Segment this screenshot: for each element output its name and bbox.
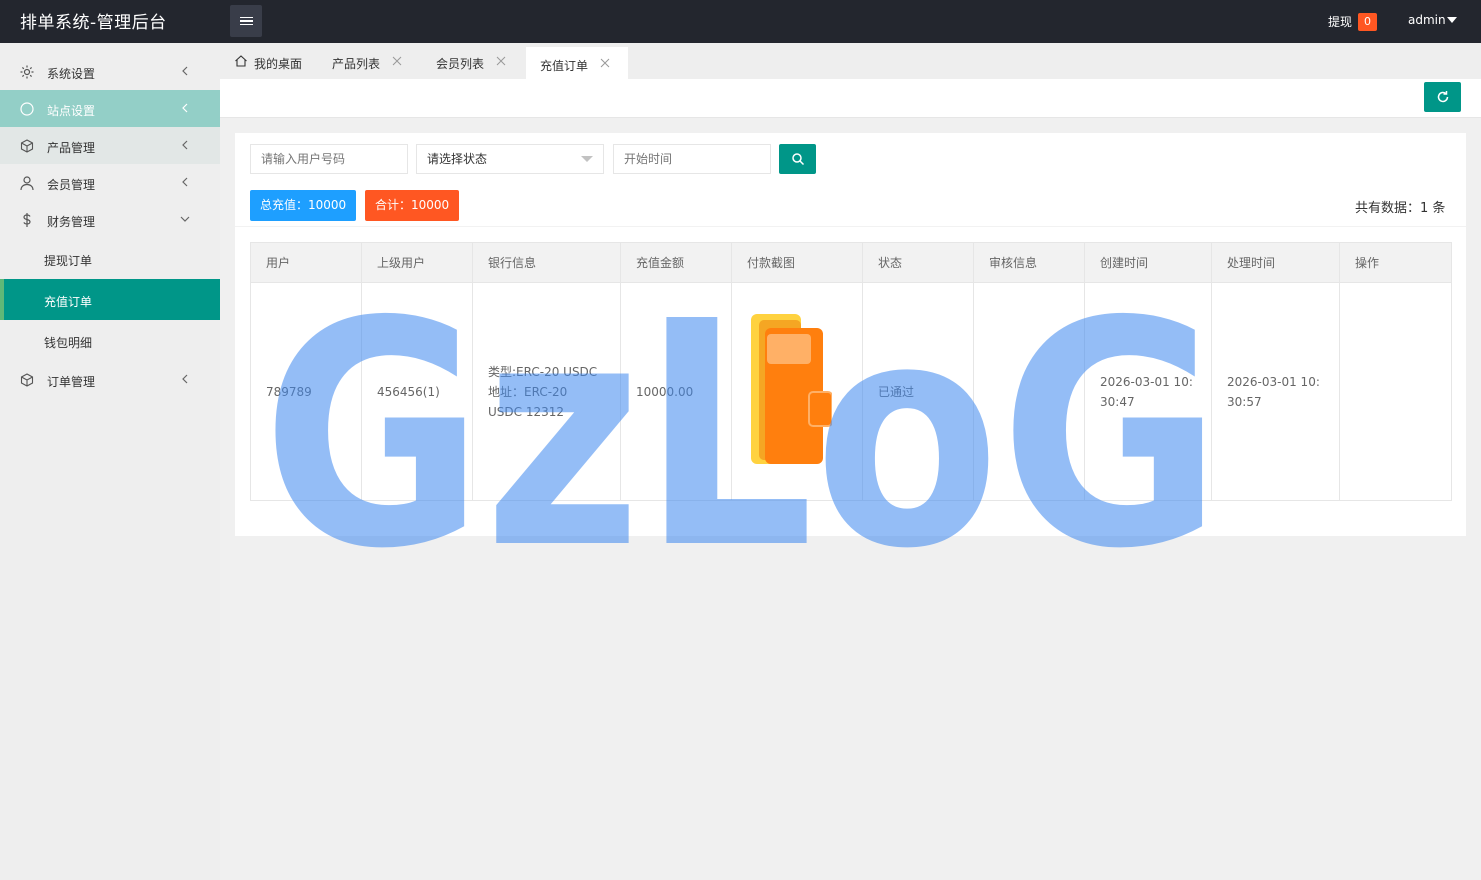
refresh-icon (1437, 91, 1448, 103)
column-header[interactable]: 银行信息 (472, 242, 621, 283)
tab-label: 充值订单 (540, 59, 589, 73)
sidebar-item-system[interactable]: 系统设置 (0, 53, 220, 90)
payment-screenshot-image[interactable] (747, 313, 833, 464)
user-icon (20, 176, 34, 191)
cell-parent-user: 456456(1) (361, 282, 473, 501)
column-header[interactable]: 状态 (862, 242, 974, 283)
withdraw-link[interactable]: 提现 (1328, 13, 1352, 30)
chevron-left-icon (182, 103, 188, 113)
caret-down-icon[interactable] (1447, 17, 1457, 23)
gear-icon (20, 65, 34, 79)
tab-member-list[interactable]: 会员列表 (424, 45, 528, 79)
dollar-icon (23, 213, 31, 227)
column-header[interactable]: 上级用户 (361, 242, 473, 283)
cell-user: 789789 (250, 282, 362, 501)
total-recharge-badge: 总充值：10000 (250, 190, 357, 221)
sidebar-item-label: 系统设置 (47, 67, 96, 81)
tab-product-list[interactable]: 产品列表 (320, 45, 424, 79)
sidebar-item-label: 财务管理 (47, 215, 96, 229)
caret-down-icon (581, 156, 593, 162)
refresh-button[interactable] (1424, 82, 1461, 112)
tab-bar: 我的桌面 产品列表 会员列表 充值订单 (220, 43, 1481, 79)
globe-icon (20, 102, 34, 116)
user-menu[interactable]: admin (1408, 13, 1446, 27)
table-row[interactable]: 789789 456456(1) 类型:ERC-20 USDC 地址：ERC-2… (250, 282, 1452, 501)
record-count: 共有数据：1 条 (1355, 201, 1446, 216)
sidebar-item-label: 产品管理 (47, 141, 96, 155)
column-header[interactable]: 审核信息 (973, 242, 1085, 283)
sidebar-item-withdraw-orders[interactable]: 提现订单 (0, 238, 220, 279)
sidebar-item-recharge-orders[interactable]: 充值订单 (0, 279, 220, 320)
close-icon[interactable] (392, 56, 402, 66)
tab-recharge-orders[interactable]: 充值订单 (526, 45, 628, 79)
page-toolbar (220, 79, 1481, 118)
sidebar-item-label: 钱包明细 (44, 336, 93, 350)
search-button[interactable] (779, 144, 816, 174)
close-icon[interactable] (600, 58, 610, 68)
tab-desktop[interactable]: 我的桌面 (220, 45, 320, 79)
divider (235, 226, 1466, 227)
sidebar-item-wallet-details[interactable]: 钱包明细 (0, 320, 220, 361)
cell-status: 已通过 (862, 282, 974, 501)
home-icon (235, 55, 247, 67)
chevron-left-icon (182, 66, 188, 76)
column-header[interactable]: 充值金额 (620, 242, 732, 283)
status-select[interactable]: 请选择状态 (416, 144, 604, 174)
cube-icon (20, 373, 34, 387)
sidebar-item-finance[interactable]: 财务管理 (0, 201, 220, 238)
cell-created-time: 2026-03-01 10:30:47 (1084, 282, 1212, 501)
column-header[interactable]: 用户 (250, 242, 362, 283)
sum-badge: 合计：10000 (365, 190, 460, 221)
sidebar-item-label: 提现订单 (44, 254, 93, 268)
status-select-value: 请选择状态 (427, 152, 488, 166)
tab-label: 我的桌面 (254, 57, 303, 71)
chevron-down-icon (180, 216, 190, 222)
sidebar-item-label: 充值订单 (44, 295, 93, 309)
sidebar-item-label: 会员管理 (47, 178, 96, 192)
sidebar-item-product[interactable]: 产品管理 (0, 127, 220, 164)
close-icon[interactable] (496, 56, 506, 66)
sidebar-item-site[interactable]: 站点设置 (0, 90, 220, 127)
sidebar-item-label: 站点设置 (47, 104, 96, 118)
withdraw-count-badge: 0 (1358, 13, 1377, 31)
sidebar: 系统设置 站点设置 产品管理 会员管理 财务管理 提现订单 充值订单 钱包明细 … (0, 43, 220, 880)
cell-bank-info: 类型:ERC-20 USDC 地址：ERC-20 USDC 12312 (472, 282, 621, 501)
column-header[interactable]: 创建时间 (1084, 242, 1212, 283)
app-title: 排单系统-管理后台 (20, 13, 167, 33)
cell-amount: 10000.00 (620, 282, 732, 501)
sidebar-item-member[interactable]: 会员管理 (0, 164, 220, 201)
start-time-input[interactable] (613, 144, 771, 174)
content-card: 请选择状态 总充值：10000 合计：10000 共有数据：1 条 用户 上级用… (235, 133, 1466, 536)
chevron-left-icon (182, 374, 188, 384)
user-number-input[interactable] (250, 144, 408, 174)
tab-label: 会员列表 (436, 57, 485, 71)
tab-label: 产品列表 (332, 57, 381, 71)
cell-processed-time: 2026-03-01 10:30:57 (1211, 282, 1340, 501)
table-header-row: 用户 上级用户 银行信息 充值金额 付款截图 状态 审核信息 创建时间 处理时间… (250, 242, 1452, 283)
column-header[interactable]: 操作 (1339, 242, 1452, 283)
column-header[interactable]: 处理时间 (1211, 242, 1340, 283)
sidebar-item-orders[interactable]: 订单管理 (0, 361, 220, 398)
cell-actions (1339, 282, 1452, 501)
column-header[interactable]: 付款截图 (731, 242, 863, 283)
recharge-table: 用户 上级用户 银行信息 充值金额 付款截图 状态 审核信息 创建时间 处理时间… (250, 242, 1452, 501)
cell-audit-info (973, 282, 1085, 501)
menu-toggle-button[interactable] (230, 5, 262, 37)
sidebar-item-label: 订单管理 (47, 375, 96, 389)
cube-icon (20, 139, 34, 153)
cell-payment-screenshot (731, 282, 863, 501)
bank-address: 地址：ERC-20 USDC 12312 (488, 384, 568, 419)
bank-type: 类型:ERC-20 USDC (488, 364, 598, 379)
top-header: 排单系统-管理后台 提现 0 admin (0, 0, 1481, 43)
search-icon (791, 153, 804, 166)
chevron-left-icon (182, 140, 188, 150)
chevron-left-icon (182, 177, 188, 187)
